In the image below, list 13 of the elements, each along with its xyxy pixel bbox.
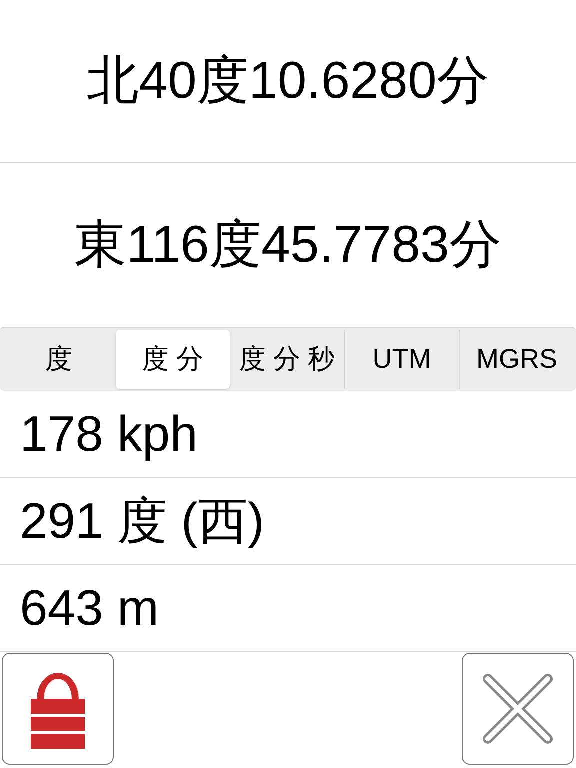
latitude-text: 北40度10.6280分 [87,51,489,112]
format-tab[interactable]: 度 分 秒 [230,330,344,389]
longitude-text: 東116度45.7783分 [74,215,502,276]
format-tab[interactable]: 度 [2,330,116,389]
reading-text: 291 度 (西) [20,492,265,550]
format-tab[interactable]: UTM [344,330,459,389]
reading-text: 643 m [20,578,159,638]
close-icon [482,673,554,745]
reading-text: 178 kph [20,404,198,464]
format-tab[interactable]: 度 分 [116,330,230,389]
format-tab[interactable]: MGRS [459,330,574,389]
lock-button[interactable] [2,653,114,765]
close-button[interactable] [462,653,574,765]
